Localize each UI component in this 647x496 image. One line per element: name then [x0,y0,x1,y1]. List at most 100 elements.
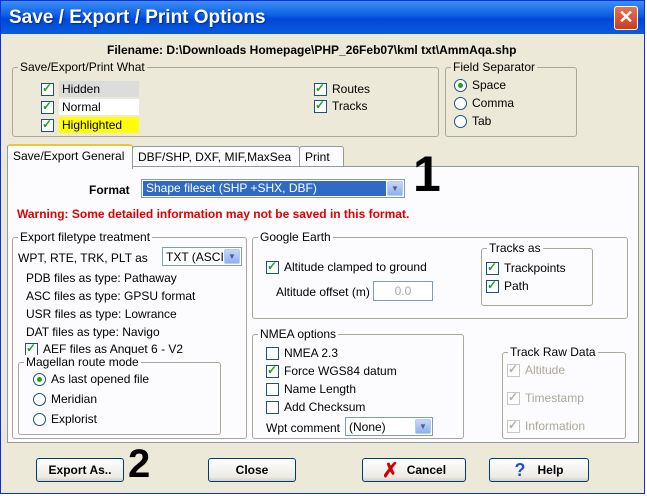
chevron-down-icon: ▼ [224,249,240,264]
altitude-offset-input[interactable]: 0.0 [373,281,433,301]
tracks-as-group: Tracks as Trackpoints Path [481,241,593,306]
raw-timestamp-label: Timestamp [525,391,584,405]
raw-altitude-label: Altitude [525,363,566,377]
checkbox-icon [41,99,54,114]
help-label: Help [537,463,564,477]
name-length-checkbox[interactable]: Name Length [266,382,356,396]
checkbox-icon [486,260,499,275]
format-warning: Warning: Some detailed information may n… [17,207,410,221]
chevron-down-icon: ▼ [415,419,431,434]
pdb-line: PDB files as type: Pathaway [26,271,177,285]
checkbox-icon [266,400,279,414]
annotation-one: 1 [413,146,441,202]
highlighted-checkbox[interactable]: Highlighted [41,117,139,133]
checkbox-icon [266,363,279,378]
tab-panel: Format Shape fileset (SHP +SHX, DBF) ▼ W… [7,166,639,443]
checkbox-icon [25,341,38,356]
usr-line: USR files as type: Lowrance [26,307,177,321]
separator-group-label: Field Separator [451,60,538,74]
separator-tab-radio[interactable]: Tab [454,114,491,128]
checkbox-icon [507,362,520,377]
magellan-explorist-radio[interactable]: Explorist [33,412,97,426]
highlighted-label: Highlighted [59,117,139,133]
cancel-x-icon: ✗ [381,459,399,482]
normal-checkbox[interactable]: Normal [41,99,139,115]
separator-comma-radio[interactable]: Comma [454,96,514,110]
radio-icon [454,114,467,128]
routes-label: Routes [332,82,371,96]
checkbox-icon [41,81,54,96]
separator-group: Field Separator Space Comma Tab [445,60,577,137]
filename-label: Filename: D:\Downloads Homepage\PHP_26Fe… [107,43,517,57]
radio-icon [33,412,46,426]
checksum-label: Add Checksum [284,400,366,414]
wpt-label: WPT, RTE, TRK, PLT as [18,251,148,265]
dialog-title: Save / Export / Print Options [9,7,266,28]
format-select[interactable]: Shape fileset (SHP +SHX, DBF) ▼ [141,179,405,198]
nmea-group-label: NMEA options [258,327,339,341]
export-as-button[interactable]: Export As.. [36,458,124,482]
radio-icon [33,392,46,406]
raw-timestamp-checkbox[interactable]: Timestamp [507,390,584,405]
separator-space-radio[interactable]: Space [454,78,506,92]
wpt-comment-select[interactable]: (None) ▼ [345,417,433,436]
raw-information-label: Information [525,419,586,433]
altitude-clamped-checkbox[interactable]: Altitude clamped to ground [266,259,427,274]
wgs84-checkbox[interactable]: Force WGS84 datum [266,363,397,378]
radio-icon [33,372,46,386]
wpt-format-select[interactable]: TXT (ASCI ▼ [162,247,242,266]
what-group: Save/Export/Print What Hidden Normal Hig… [12,60,439,137]
filetype-group-label: Export filetype treatment [18,230,153,244]
raw-data-group: Track Raw Data Altitude Timestamp Inform… [502,345,626,439]
magellan-group-label: Magellan route mode [24,355,141,369]
checkbox-icon [266,346,279,360]
magellan-last-radio[interactable]: As last opened file [33,372,149,386]
tab-save-export-general[interactable]: Save/Export General [7,144,133,169]
hidden-label: Hidden [59,81,139,97]
close-button[interactable]: Close [208,458,296,482]
trackpoints-checkbox[interactable]: Trackpoints [486,260,566,275]
checkbox-icon [314,81,327,96]
aef-checkbox[interactable]: AEF files as Anquet 6 - V2 [25,341,184,356]
format-label: Format [89,183,130,197]
raw-altitude-checkbox[interactable]: Altitude [507,362,566,377]
checkbox-icon [266,259,279,274]
checkbox-icon [507,418,520,433]
magellan-meridian-radio[interactable]: Meridian [33,392,97,406]
checkbox-icon [41,117,54,132]
wpt-format-value: TXT (ASCI [166,249,224,264]
space-label: Space [472,78,507,92]
trackpoints-label: Trackpoints [504,261,566,275]
title-bar[interactable]: Save / Export / Print Options ✕ [1,1,644,34]
close-window-icon[interactable]: ✕ [614,6,638,30]
google-earth-group-label: Google Earth [258,230,333,244]
checksum-checkbox[interactable]: Add Checksum [266,400,365,414]
normal-label: Normal [59,99,139,115]
aef-label: AEF files as Anquet 6 - V2 [43,342,184,356]
routes-checkbox[interactable]: Routes [314,81,371,96]
path-label: Path [504,279,529,293]
google-earth-group: Google Earth Altitude clamped to ground … [252,230,628,319]
tracks-checkbox[interactable]: Tracks [314,98,368,113]
raw-information-checkbox[interactable]: Information [507,418,586,433]
nmea-group: NMEA options NMEA 2.3 Force WGS84 datum … [252,327,464,439]
checkbox-icon [507,390,520,405]
comma-label: Comma [472,96,515,110]
help-question-icon: ? [514,459,526,480]
wpt-comment-label: Wpt comment [266,421,341,435]
tab-dbf-shp[interactable]: DBF/SHP, DXF, MIF,MaxSea [132,146,300,167]
cancel-button[interactable]: ✗ Cancel [362,458,466,482]
path-checkbox[interactable]: Path [486,278,529,293]
tab-print[interactable]: Print [299,146,344,167]
checkbox-icon [314,98,327,113]
checkbox-icon [266,382,279,396]
nmea23-checkbox[interactable]: NMEA 2.3 [266,346,338,360]
help-button[interactable]: ? Help [489,458,589,482]
tracks-as-group-label: Tracks as [487,241,543,255]
altitude-clamped-label: Altitude clamped to ground [284,260,427,274]
magellan-explorist-label: Explorist [51,412,98,426]
tab-label: Tab [472,114,492,128]
format-value: Shape fileset (SHP +SHX, DBF) [143,181,386,196]
name-length-label: Name Length [284,382,357,396]
hidden-checkbox[interactable]: Hidden [41,81,139,97]
